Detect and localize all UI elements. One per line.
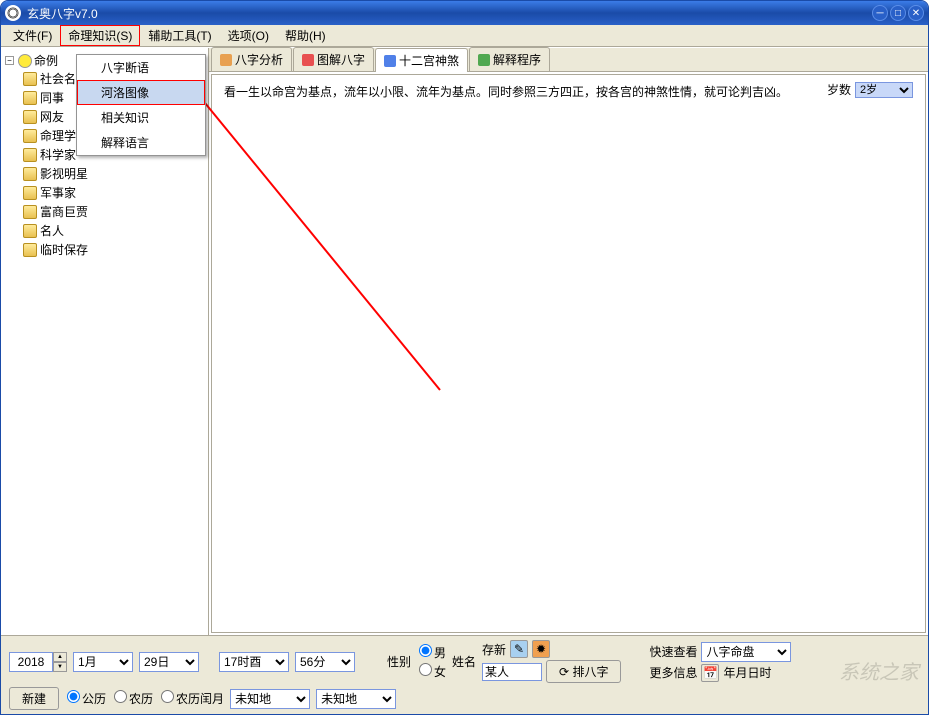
dd-item-duanyu[interactable]: 八字断语 bbox=[77, 55, 205, 80]
paiba-button[interactable]: ⟳ 排八字 bbox=[546, 660, 621, 683]
maximize-button[interactable]: □ bbox=[890, 5, 906, 21]
calendar-icon[interactable]: 📅 bbox=[701, 664, 719, 682]
radio-lunar[interactable] bbox=[114, 690, 127, 703]
spin-up-icon[interactable]: ▲ bbox=[53, 652, 67, 662]
content-text: 看一生以命宫为基点，流年以小限、流年为基点。同时参照三方四正，按各宫的神煞性情，… bbox=[224, 83, 913, 102]
new-button[interactable]: 新建 bbox=[9, 687, 59, 710]
tree-expander-icon[interactable]: − bbox=[5, 56, 14, 65]
save-label: 存新 bbox=[482, 641, 506, 658]
tree-item[interactable]: 军事家 bbox=[23, 183, 204, 202]
folder-icon bbox=[23, 72, 37, 86]
titlebar: 玄奥八字v7.0 ─ □ ✕ bbox=[1, 1, 928, 25]
day-select[interactable]: 29日 bbox=[139, 652, 199, 672]
tab-icon bbox=[220, 54, 232, 66]
tab-icon bbox=[302, 54, 314, 66]
tab-jieshi[interactable]: 解释程序 bbox=[469, 47, 550, 71]
age-select-group: 岁数 2岁 bbox=[827, 81, 913, 98]
radio-solar[interactable] bbox=[67, 690, 80, 703]
cal-lunar-option[interactable]: 农历 bbox=[112, 690, 153, 707]
tab-tujie[interactable]: 图解八字 bbox=[293, 47, 374, 71]
tab-bazi-analysis[interactable]: 八字分析 bbox=[211, 47, 292, 71]
content-body: 看一生以命宫为基点，流年以小限、流年为基点。同时参照三方四正，按各宫的神煞性情，… bbox=[211, 74, 926, 633]
year-spinner[interactable]: ▲▼ bbox=[9, 652, 67, 672]
name-label: 姓名 bbox=[452, 653, 476, 670]
tab-strip: 八字分析 图解八字 十二宫神煞 解释程序 bbox=[209, 48, 928, 72]
tree-item[interactable]: 临时保存 bbox=[23, 240, 204, 259]
folder-icon bbox=[23, 148, 37, 162]
app-icon bbox=[5, 5, 21, 21]
folder-icon bbox=[23, 167, 37, 181]
menubar: 文件(F) 命理知识(S) 辅助工具(T) 选项(O) 帮助(H) bbox=[1, 25, 928, 47]
folder-icon bbox=[23, 91, 37, 105]
tab-icon bbox=[384, 55, 396, 67]
minute-select[interactable]: 56分 bbox=[295, 652, 355, 672]
radio-leap[interactable] bbox=[161, 690, 174, 703]
menu-mingli[interactable]: 命理知识(S) bbox=[60, 25, 140, 46]
age-label: 岁数 bbox=[827, 81, 851, 98]
month-select[interactable]: 1月 bbox=[73, 652, 133, 672]
year-input[interactable] bbox=[9, 652, 53, 672]
dd-item-jieshi[interactable]: 解释语言 bbox=[77, 130, 205, 155]
tree-root-label: 命例 bbox=[34, 52, 58, 69]
radio-male[interactable] bbox=[419, 644, 432, 657]
bottom-row-1: ▲▼ 1月 29日 17时酉 56分 性别 男 女 姓名 存新 ✎ ✹ bbox=[9, 640, 920, 683]
folder-icon bbox=[23, 110, 37, 124]
tab-icon bbox=[478, 54, 490, 66]
cal-leap-option[interactable]: 农历闰月 bbox=[159, 690, 224, 707]
quick-label: 快速查看 bbox=[649, 643, 697, 660]
close-button[interactable]: ✕ bbox=[908, 5, 924, 21]
tree-item[interactable]: 影视明星 bbox=[23, 164, 204, 183]
menu-tools[interactable]: 辅助工具(T) bbox=[140, 25, 219, 46]
age-dropdown[interactable]: 2岁 bbox=[855, 82, 913, 98]
dd-item-xiangguan[interactable]: 相关知识 bbox=[77, 105, 205, 130]
gender-female-option[interactable]: 女 bbox=[417, 663, 446, 680]
radio-female[interactable] bbox=[419, 663, 432, 676]
gender-label: 性别 bbox=[387, 653, 411, 670]
window-title: 玄奥八字v7.0 bbox=[27, 5, 872, 22]
place1-select[interactable]: 未知地 bbox=[230, 689, 310, 709]
gender-group: 男 女 bbox=[417, 644, 446, 680]
save-icon[interactable]: ✎ bbox=[510, 640, 528, 658]
gender-male-option[interactable]: 男 bbox=[417, 644, 446, 661]
menu-help[interactable]: 帮助(H) bbox=[277, 25, 334, 46]
minimize-button[interactable]: ─ bbox=[872, 5, 888, 21]
place2-select[interactable]: 未知地 bbox=[316, 689, 396, 709]
dropdown-menu: 八字断语 河洛图像 相关知识 解释语言 bbox=[76, 54, 206, 156]
folder-icon bbox=[23, 205, 37, 219]
folder-icon bbox=[23, 224, 37, 238]
quick-select[interactable]: 八字命盘 bbox=[701, 642, 791, 662]
menu-options[interactable]: 选项(O) bbox=[220, 25, 277, 46]
folder-icon bbox=[23, 129, 37, 143]
folder-icon bbox=[23, 243, 37, 257]
menu-file[interactable]: 文件(F) bbox=[5, 25, 60, 46]
more-value: 年月日时 bbox=[723, 664, 771, 681]
tree-item[interactable]: 富商巨贾 bbox=[23, 202, 204, 221]
folder-icon bbox=[23, 186, 37, 200]
spin-down-icon[interactable]: ▼ bbox=[53, 662, 67, 672]
hour-select[interactable]: 17时酉 bbox=[219, 652, 289, 672]
content-panel: 八字分析 图解八字 十二宫神煞 解释程序 看一生以命宫为基点，流年以小限、流年为… bbox=[209, 48, 928, 635]
smiley-icon bbox=[18, 54, 32, 68]
bottom-bar: ▲▼ 1月 29日 17时酉 56分 性别 男 女 姓名 存新 ✎ ✹ bbox=[1, 635, 928, 714]
bottom-row-2: 新建 公历 农历 农历闰月 未知地 未知地 bbox=[9, 687, 920, 710]
tree-item[interactable]: 名人 bbox=[23, 221, 204, 240]
action-icon[interactable]: ✹ bbox=[532, 640, 550, 658]
dd-item-heluo[interactable]: 河洛图像 bbox=[77, 80, 205, 105]
more-label: 更多信息 bbox=[649, 664, 697, 681]
name-input[interactable] bbox=[482, 663, 542, 681]
window-controls: ─ □ ✕ bbox=[872, 5, 924, 21]
tab-shensha[interactable]: 十二宫神煞 bbox=[375, 48, 468, 72]
cal-solar-option[interactable]: 公历 bbox=[65, 690, 106, 707]
